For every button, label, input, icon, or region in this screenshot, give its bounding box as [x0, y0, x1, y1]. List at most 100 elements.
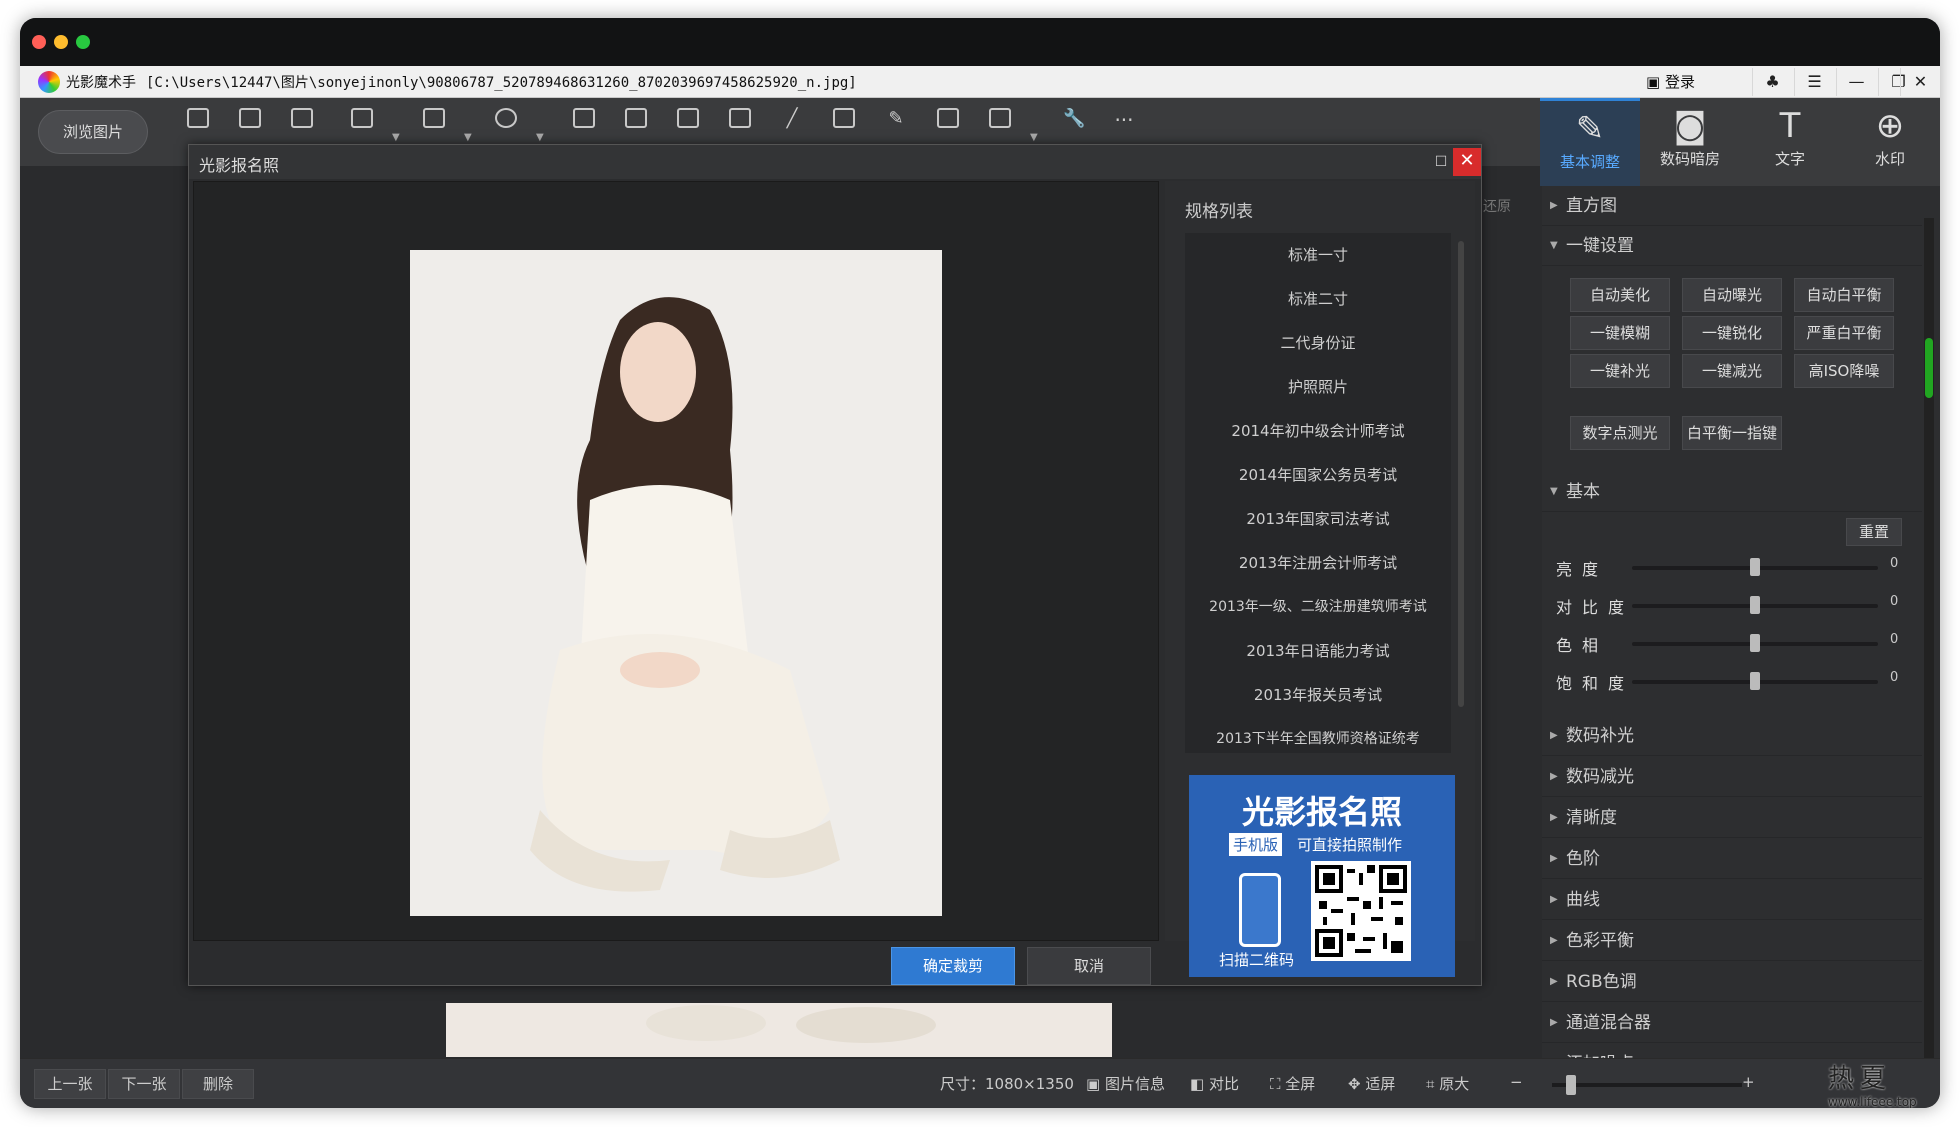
severe-white-balance-button[interactable]: 严重白平衡	[1794, 316, 1894, 350]
zoom-slider[interactable]	[1552, 1075, 1742, 1095]
tab-basic-adjust[interactable]: ✎ 基本调整	[1540, 98, 1640, 186]
resize-tool[interactable]	[342, 108, 382, 142]
dialog-close-button[interactable]: ✕	[1453, 148, 1481, 176]
resize-dropdown-icon[interactable]: ▼	[392, 132, 400, 143]
restore-button[interactable]: 还原	[1483, 196, 1511, 216]
high-iso-denoise-button[interactable]: 高ISO降噪	[1794, 354, 1894, 388]
layout-tool[interactable]	[980, 108, 1020, 142]
slider-knob[interactable]	[1750, 672, 1760, 690]
minimize-button[interactable]: —	[1836, 68, 1876, 96]
tab-text[interactable]: T 文字	[1740, 98, 1840, 186]
section-channel-mixer[interactable]: ▶ 通道混合器	[1542, 1003, 1922, 1043]
hue-slider[interactable]: 色相 0	[1542, 628, 1922, 658]
section-fill-light[interactable]: ▶ 数码补光	[1542, 716, 1922, 756]
tools-tool[interactable]: 🔧	[1054, 108, 1094, 142]
list-item[interactable]: 护照照片	[1185, 365, 1451, 409]
border-tool[interactable]	[564, 108, 604, 142]
spec-list-scrollbar[interactable]	[1458, 241, 1464, 707]
zoom-traffic-light[interactable]	[76, 35, 90, 49]
fill-light-button[interactable]: 一键补光	[1570, 354, 1670, 388]
slider-knob[interactable]	[1750, 558, 1760, 576]
list-item[interactable]: 2013年注册会计师考试	[1185, 541, 1451, 585]
crop-tool[interactable]	[414, 108, 454, 142]
slider-knob[interactable]	[1750, 596, 1760, 614]
spot-metering-button[interactable]: 数字点测光	[1570, 416, 1670, 450]
close-button[interactable]: ✕	[1900, 68, 1940, 96]
template-tool[interactable]	[668, 108, 708, 142]
reduce-light-button[interactable]: 一键减光	[1682, 354, 1782, 388]
auto-white-balance-button[interactable]: 自动白平衡	[1794, 278, 1894, 312]
list-item[interactable]: 标准二寸	[1185, 277, 1451, 321]
jigsaw-tool[interactable]	[616, 108, 656, 142]
fit-screen-button[interactable]: ✥ 适屏	[1348, 1073, 1395, 1094]
batch-tool[interactable]	[928, 108, 968, 142]
dialog-maximize-button[interactable]: ☐	[1427, 148, 1455, 176]
one-click-blur-button[interactable]: 一键模糊	[1570, 316, 1670, 350]
save-as-tool[interactable]	[282, 108, 322, 142]
fullscreen-button[interactable]: ⛶ 全屏	[1270, 1073, 1315, 1094]
layout-dropdown-icon[interactable]: ▼	[1030, 132, 1038, 143]
contrast-slider[interactable]: 对比度 0	[1542, 590, 1922, 620]
list-item[interactable]: 2013下半年全国教师资格证统考	[1185, 717, 1451, 753]
menu-button[interactable]: ☰	[1794, 68, 1834, 96]
image-info-button[interactable]: ▣ 图片信息	[1086, 1073, 1165, 1094]
brush-tool[interactable]: ╱	[772, 108, 812, 142]
section-histogram[interactable]: ▶ 直方图	[1542, 186, 1922, 226]
zoom-in-button[interactable]: +	[1742, 1073, 1755, 1091]
list-item[interactable]: 2013年日语能力考试	[1185, 629, 1451, 673]
compare-button[interactable]: ◧ 对比	[1190, 1073, 1239, 1094]
panel-scrollbar[interactable]	[1924, 218, 1934, 1078]
prev-image-button[interactable]: 上一张	[34, 1069, 106, 1099]
minimize-traffic-light[interactable]	[54, 35, 68, 49]
reset-button[interactable]: 重置	[1846, 518, 1902, 546]
tab-watermark[interactable]: ⊕ 水印	[1840, 98, 1940, 186]
section-reduce-light[interactable]: ▶ 数码减光	[1542, 757, 1922, 797]
login-button[interactable]: ▣ 登录	[1638, 68, 1703, 96]
slider-knob[interactable]	[1750, 634, 1760, 652]
list-item[interactable]: 标准一寸	[1185, 233, 1451, 277]
auto-exposure-button[interactable]: 自动曝光	[1682, 278, 1782, 312]
cancel-button[interactable]: 取消	[1027, 947, 1151, 985]
list-item[interactable]: 2014年初中级会计师考试	[1185, 409, 1451, 453]
one-click-sharpen-button[interactable]: 一键锐化	[1682, 316, 1782, 350]
pen-tool[interactable]: ✎	[876, 108, 916, 142]
section-one-click[interactable]: ▼ 一键设置	[1542, 226, 1922, 266]
zoom-knob[interactable]	[1566, 1075, 1576, 1095]
white-balance-picker-button[interactable]: 白平衡一指键	[1682, 416, 1782, 450]
portrait-photo[interactable]	[410, 250, 942, 916]
rotate-dropdown-icon[interactable]: ▼	[536, 132, 544, 143]
original-size-button[interactable]: ⌗ 原大	[1426, 1073, 1469, 1094]
section-color-balance[interactable]: ▶ 色彩平衡	[1542, 921, 1922, 961]
list-item[interactable]: 2013年一级、二级注册建筑师考试	[1185, 585, 1451, 629]
delete-button[interactable]: 删除	[182, 1069, 254, 1099]
auto-beautify-button[interactable]: 自动美化	[1570, 278, 1670, 312]
saturation-slider[interactable]: 饱和度 0	[1542, 666, 1922, 696]
list-item[interactable]: 2013年国家司法考试	[1185, 497, 1451, 541]
next-image-button[interactable]: 下一张	[108, 1069, 180, 1099]
mobile-app-ad[interactable]: 光影报名照 手机版 可直接拍照制作 扫描二维码	[1189, 775, 1455, 977]
close-traffic-light[interactable]	[32, 35, 46, 49]
list-item[interactable]: 2014年国家公务员考试	[1185, 453, 1451, 497]
browse-images-button[interactable]: 浏览图片	[38, 110, 148, 154]
open-tool[interactable]	[178, 108, 218, 142]
print-tool[interactable]	[720, 108, 760, 142]
list-item[interactable]: 2013年报关员考试	[1185, 673, 1451, 717]
crop-dropdown-icon[interactable]: ▼	[464, 132, 472, 143]
skin-button[interactable]: ♣	[1752, 68, 1792, 96]
more-tool[interactable]: ···	[1104, 108, 1144, 132]
scrollbar-thumb[interactable]	[1925, 338, 1933, 398]
rotate-tool[interactable]	[486, 108, 526, 142]
zoom-out-button[interactable]: −	[1510, 1073, 1523, 1091]
section-clarity[interactable]: ▶ 清晰度	[1542, 798, 1922, 838]
section-levels[interactable]: ▶ 色阶	[1542, 839, 1922, 879]
section-basic[interactable]: ▼ 基本	[1542, 472, 1922, 512]
right-tabs: ✎ 基本调整 ◙ 数码暗房 T 文字 ⊕ 水印	[1540, 98, 1940, 186]
calendar-tool[interactable]	[824, 108, 864, 142]
section-rgb-tone[interactable]: ▶ RGB色调	[1542, 962, 1922, 1002]
confirm-crop-button[interactable]: 确定裁剪	[891, 947, 1015, 985]
tab-darkroom[interactable]: ◙ 数码暗房	[1640, 98, 1740, 186]
brightness-slider[interactable]: 亮度 0	[1542, 552, 1922, 582]
list-item[interactable]: 二代身份证	[1185, 321, 1451, 365]
section-curves[interactable]: ▶ 曲线	[1542, 880, 1922, 920]
save-tool[interactable]	[230, 108, 270, 142]
